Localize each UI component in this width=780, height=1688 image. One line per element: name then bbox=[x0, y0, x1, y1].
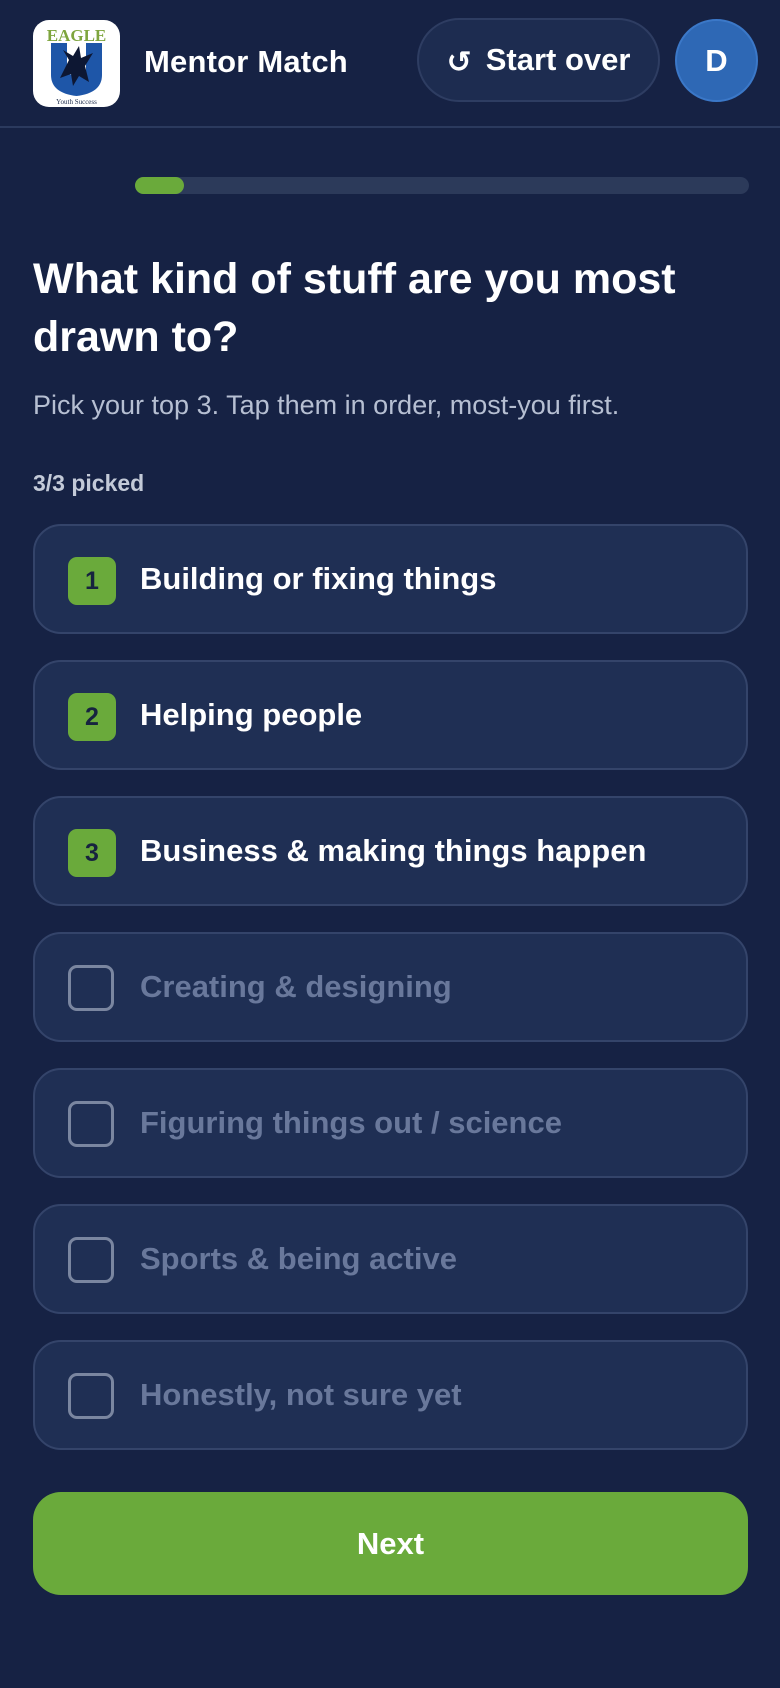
option-label: Building or fixing things bbox=[140, 561, 497, 596]
picked-count: 3/3 picked bbox=[33, 470, 145, 496]
option-business-making-things-happen[interactable]: 3 Business & making things happen bbox=[33, 796, 748, 906]
checkbox[interactable] bbox=[68, 965, 114, 1011]
option-helping-people[interactable]: 2 Helping people bbox=[33, 660, 748, 770]
option-figuring-things-out-science[interactable]: Figuring things out / science bbox=[33, 1068, 748, 1178]
checkbox[interactable] bbox=[68, 1373, 114, 1419]
option-not-sure-yet[interactable]: Honestly, not sure yet bbox=[33, 1340, 748, 1450]
user-avatar[interactable]: D bbox=[675, 19, 758, 102]
start-over-button[interactable]: ↺ Start over bbox=[417, 18, 660, 102]
logo-top-text: EAGLE bbox=[47, 26, 107, 45]
next-button[interactable]: Next bbox=[33, 1492, 748, 1595]
app-title: Mentor Match bbox=[144, 44, 348, 79]
option-label: Helping people bbox=[140, 697, 363, 732]
question-instructions: Pick your top 3. Tap them in order, most… bbox=[33, 390, 620, 420]
checkbox[interactable] bbox=[68, 1101, 114, 1147]
progress-bar bbox=[135, 177, 749, 194]
option-creating-designing[interactable]: Creating & designing bbox=[33, 932, 748, 1042]
logo-bottom-text: Youth Success bbox=[56, 98, 97, 106]
progress-bar-fill bbox=[135, 177, 185, 194]
question-title: What kind of stuff are you most drawn to… bbox=[33, 255, 676, 361]
option-label: Creating & designing bbox=[140, 969, 452, 1004]
start-over-label: Start over bbox=[485, 42, 631, 77]
rank-badge: 3 bbox=[68, 829, 116, 877]
checkbox[interactable] bbox=[68, 1237, 114, 1283]
rank-badge: 2 bbox=[68, 693, 116, 741]
option-label: Figuring things out / science bbox=[140, 1105, 562, 1140]
rotate-ccw-icon: ↺ bbox=[446, 45, 472, 79]
eagle-youth-success-logo[interactable]: EAGLE Youth Success bbox=[33, 20, 120, 107]
option-label: Sports & being active bbox=[140, 1241, 457, 1276]
top-bar: EAGLE Youth Success Mentor Match ↺ Start… bbox=[0, 0, 780, 128]
option-label: Business & making things happen bbox=[140, 833, 647, 868]
option-sports-being-active[interactable]: Sports & being active bbox=[33, 1204, 748, 1314]
eagle-logo-icon: EAGLE Youth Success bbox=[47, 26, 107, 106]
option-label: Honestly, not sure yet bbox=[140, 1377, 462, 1412]
rank-badge: 1 bbox=[68, 557, 116, 605]
option-building-or-fixing-things[interactable]: 1 Building or fixing things bbox=[33, 524, 748, 634]
